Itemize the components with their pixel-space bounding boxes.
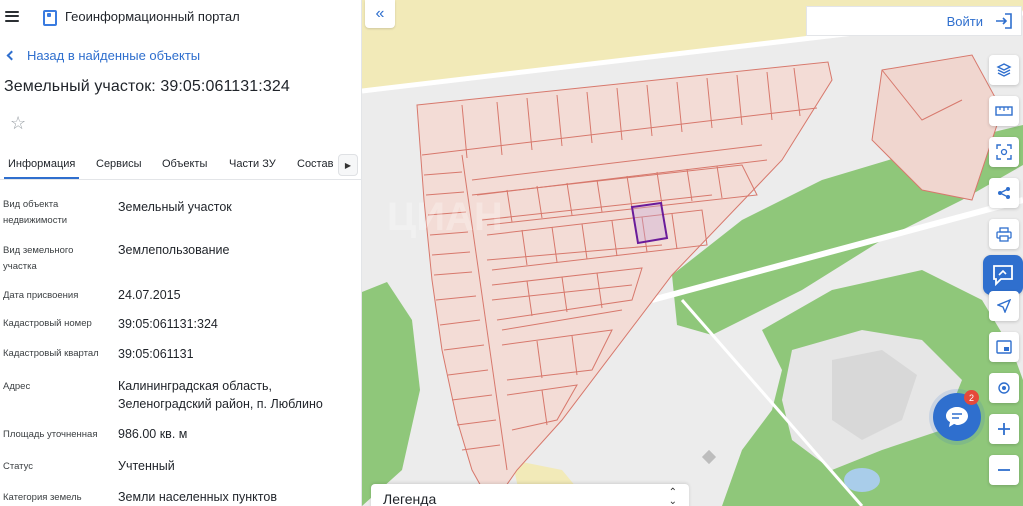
- login-label: Войти: [946, 13, 983, 29]
- collapse-panel-button[interactable]: «: [365, 0, 395, 28]
- attribute-value: Калининградская область, Зеленоградский …: [118, 379, 323, 411]
- print-button[interactable]: [989, 219, 1019, 249]
- attribute-value: Учтенный: [118, 459, 175, 473]
- print-icon: [996, 226, 1012, 242]
- share-icon: [998, 187, 1010, 199]
- ruler-button[interactable]: [989, 96, 1019, 126]
- attribute-value: 39:05:061131:324: [118, 317, 218, 331]
- tabs-scroll-right-button[interactable]: ▶: [338, 154, 358, 176]
- attribute-label: Адрес: [3, 381, 31, 392]
- menu-icon[interactable]: [5, 10, 19, 22]
- select-area-icon: [996, 144, 1012, 160]
- portal-logo-icon: [43, 9, 57, 26]
- ruler-icon: [995, 106, 1013, 116]
- navigate-button[interactable]: [989, 291, 1019, 321]
- tab-information[interactable]: Информация: [3, 158, 80, 179]
- login-icon: [996, 13, 1012, 29]
- layers-button[interactable]: [989, 55, 1019, 85]
- chat-unread-badge: 2: [964, 390, 979, 405]
- attribute-label: Дата присвоения: [3, 290, 79, 301]
- cadastral-map-canvas[interactable]: ЦИАН: [362, 0, 1023, 506]
- attribute-value: 39:05:061131: [118, 347, 194, 361]
- page-title: Земельный участок: 39:05:061131:324: [4, 78, 290, 95]
- map-view[interactable]: ЦИАН « Войти 2 Легенда ⌃ ⌄: [362, 0, 1023, 506]
- favorite-star-icon[interactable]: ☆: [10, 114, 26, 132]
- attribute-label: Статус: [3, 461, 34, 472]
- object-info-panel: Геоинформационный портал Назад в найденн…: [0, 0, 362, 506]
- legend-panel-toggle[interactable]: Легенда ⌃ ⌄: [371, 484, 689, 506]
- attribute-label: Площадь уточненная: [3, 429, 98, 440]
- attribute-label: Категория земель: [3, 492, 82, 503]
- tab-services[interactable]: Сервисы: [96, 158, 142, 170]
- share-button[interactable]: [989, 178, 1019, 208]
- locate-icon: [997, 299, 1011, 313]
- select-area-button[interactable]: [989, 137, 1019, 167]
- selected-parcel: [630, 201, 669, 245]
- legend-label: Легенда: [383, 491, 437, 506]
- chevron-up-down-icon: ⌃ ⌄: [668, 487, 677, 506]
- tab-bar: Информация Сервисы Объекты Части ЗУ Сост…: [0, 150, 361, 180]
- inset-map-icon: [996, 340, 1012, 354]
- feedback-icon: [993, 265, 1013, 286]
- attribute-label: Вид земельного участка: [3, 245, 74, 272]
- back-to-results-link[interactable]: Назад в найденные объекты: [6, 48, 201, 63]
- attribute-label: Вид объекта недвижимости: [3, 199, 68, 226]
- attribute-value: Земли населенных пунктов: [118, 490, 277, 504]
- chevron-left-icon: [6, 50, 17, 61]
- tab-parts[interactable]: Части ЗУ: [229, 158, 276, 170]
- geolocation-icon: [998, 382, 1010, 394]
- attribute-value: 986.00 кв. м: [118, 427, 188, 441]
- chat-icon: [946, 407, 968, 427]
- tab-composition[interactable]: Состав: [297, 158, 333, 170]
- login-button[interactable]: Войти: [806, 6, 1022, 36]
- svg-text:ЦИАН: ЦИАН: [387, 195, 503, 239]
- attribute-label: Кадастровый номер: [3, 318, 92, 329]
- zoom-out-button[interactable]: [989, 455, 1019, 485]
- attribute-value: Земельный участок: [118, 200, 232, 214]
- portal-title: Геоинформационный портал: [65, 8, 240, 24]
- inset-map-button[interactable]: [989, 332, 1019, 362]
- attribute-value: Землепользование: [118, 243, 230, 257]
- top-bar: Геоинформационный портал: [0, 0, 361, 32]
- zoom-in-button[interactable]: [989, 414, 1019, 444]
- attribute-value: 24.07.2015: [118, 288, 181, 302]
- zoom-in-icon: [998, 423, 1010, 435]
- geolocation-button[interactable]: [989, 373, 1019, 403]
- attribute-label: Кадастровый квартал: [3, 348, 99, 359]
- layers-icon: [996, 63, 1012, 77]
- zoom-out-icon: [998, 469, 1010, 471]
- back-label: Назад в найденные объекты: [27, 48, 201, 63]
- feedback-button[interactable]: [983, 255, 1023, 295]
- tab-objects[interactable]: Объекты: [162, 158, 207, 170]
